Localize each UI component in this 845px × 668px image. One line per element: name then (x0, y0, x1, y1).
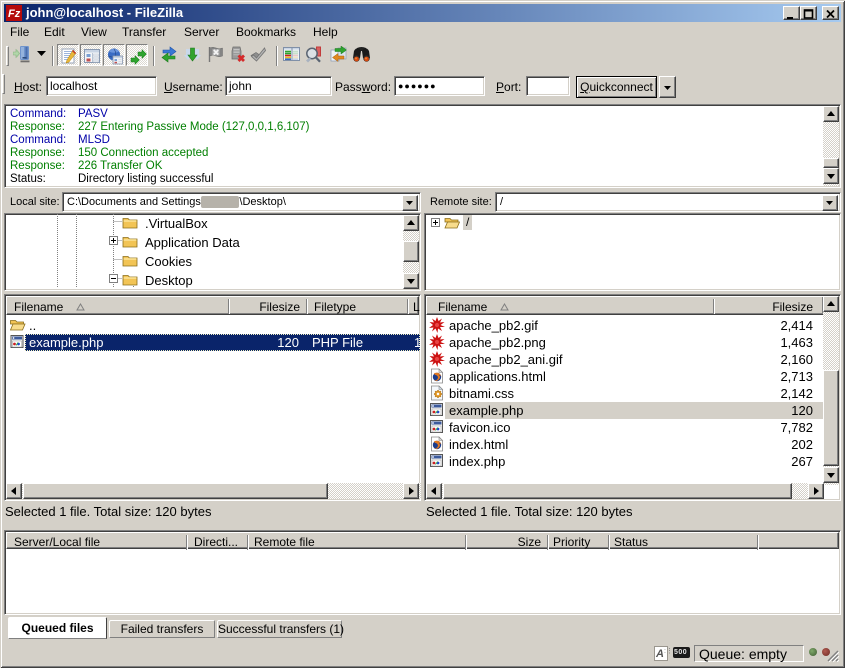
svg-text:Fz: Fz (8, 8, 21, 20)
